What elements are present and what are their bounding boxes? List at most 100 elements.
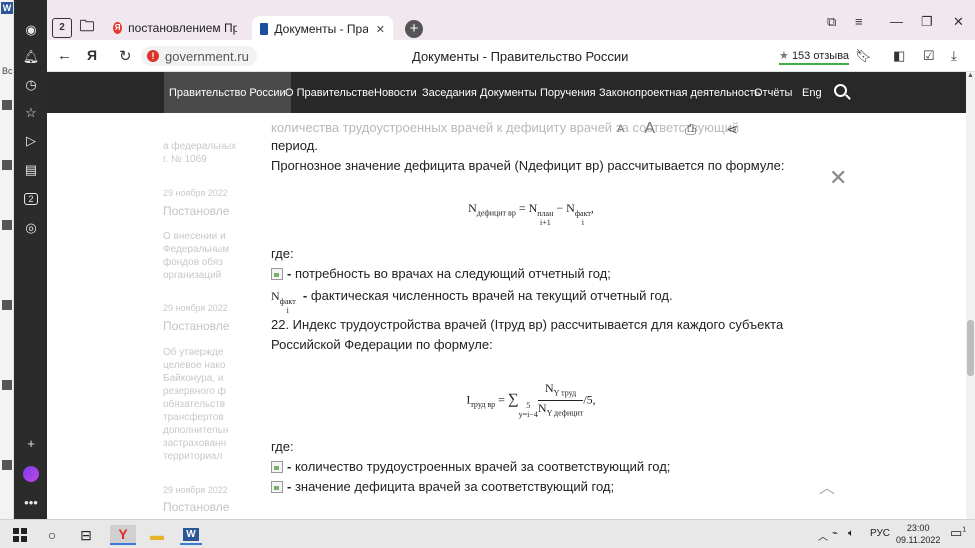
news-sidebar-faded: а федеральных г. № 1069 29 ноября 2022 П… xyxy=(163,113,273,519)
screenshot-icon[interactable]: ◎ xyxy=(21,218,41,238)
back-icon[interactable]: ← xyxy=(57,47,72,64)
faded-text: организаций xyxy=(163,270,222,281)
alice-icon[interactable] xyxy=(21,464,41,484)
protect-icon[interactable]: ☑ xyxy=(923,48,935,64)
close-window-icon[interactable]: ✕ xyxy=(953,14,964,30)
formula-subscript: y=i−4 xyxy=(518,409,538,419)
broken-image-icon xyxy=(271,461,283,473)
tray-chevron-icon[interactable]: ︿ xyxy=(818,528,828,543)
item-text: значение дефицита врачей за соответствую… xyxy=(294,479,615,494)
faded-title[interactable]: Постановле xyxy=(163,320,229,333)
site-security-chip[interactable]: ! government.ru xyxy=(141,46,257,66)
file-explorer-icon[interactable]: ▬ xyxy=(146,525,168,545)
history-icon[interactable]: ◷ xyxy=(21,75,41,95)
document-text: количества трудоустроенных врачей к дефи… xyxy=(271,113,791,497)
minimize-icon[interactable]: — xyxy=(890,14,903,29)
tab-yandex[interactable]: Я постановлением Правите xyxy=(105,16,245,40)
new-folder-icon[interactable]: 🗀︎ xyxy=(77,18,97,38)
nav-legislation[interactable]: Законопроектная деятельность xyxy=(599,72,760,113)
task-view-icon[interactable]: ⊟ xyxy=(76,525,96,545)
faded-date: 29 ноября 2022 xyxy=(163,188,228,198)
nav-reports[interactable]: Отчёты xyxy=(754,72,792,113)
nav-news[interactable]: Новости xyxy=(374,72,417,113)
reader-icon[interactable]: ◧ xyxy=(893,48,905,64)
close-icon[interactable]: ✕ xyxy=(829,165,847,191)
doc-line: где: xyxy=(271,246,294,261)
faded-title[interactable]: Постановле xyxy=(163,501,229,514)
yandex-browser-taskbar-icon[interactable]: Y xyxy=(110,525,136,545)
nav-eng[interactable]: Eng xyxy=(802,72,822,113)
chevron-up-icon[interactable]: ︿ xyxy=(819,474,835,498)
more-icon[interactable]: ••• xyxy=(21,492,41,512)
word-edge-block xyxy=(2,220,12,230)
font-increase-icon[interactable]: A xyxy=(644,120,655,138)
notifications-icon[interactable]: 🔔︎ xyxy=(21,47,41,67)
faded-text: целевое нако xyxy=(163,360,226,371)
share-icon[interactable]: ⋖ xyxy=(726,121,738,138)
nav-government[interactable]: Правительство России xyxy=(164,72,291,113)
nav-orders[interactable]: Поручения xyxy=(540,72,596,113)
doc-list-item: - значение дефицита врачей за соответств… xyxy=(271,477,791,497)
print-icon[interactable]: ⎙ xyxy=(685,121,696,138)
yandex-logo-icon[interactable]: Я xyxy=(87,47,97,63)
pin-window-icon[interactable]: ⧉ xyxy=(827,14,836,30)
tab-group-button[interactable]: 2 xyxy=(52,18,72,38)
faded-title[interactable]: Постановле xyxy=(163,205,229,218)
formula-subscript: Y труд xyxy=(553,388,577,398)
broken-image-icon xyxy=(271,268,283,280)
close-tab-icon[interactable]: ✕ xyxy=(376,23,385,36)
notification-count: 1 xyxy=(962,526,967,534)
doc-paragraph: 22. Индекс трудоустройства врачей (Iтруд… xyxy=(271,317,784,352)
bookmark-icon[interactable]: 🔖︎ xyxy=(855,48,872,64)
search-icon[interactable] xyxy=(834,84,847,97)
faded-text: а федеральных xyxy=(163,141,237,152)
word-edge-block xyxy=(2,380,12,390)
word-taskbar-icon[interactable]: W xyxy=(180,525,202,545)
new-tab-button[interactable]: + xyxy=(405,20,423,38)
collections-icon[interactable]: ▤ xyxy=(21,160,41,180)
profile-icon[interactable]: ◉ xyxy=(21,20,41,40)
volume-icon[interactable]: 🔈︎ xyxy=(848,528,854,539)
formula-subscript: i xyxy=(581,218,584,227)
network-icon[interactable]: ⌁ xyxy=(832,528,838,539)
browser-sidebar: ◉ 🔔︎ ◷ ☆ ▷ ▤ 2 ◎ + ••• xyxy=(14,0,47,519)
font-decrease-icon[interactable]: A xyxy=(617,123,624,135)
formula-subscript: дефицит вр xyxy=(476,208,516,218)
start-icon[interactable] xyxy=(10,525,30,545)
reviews-count: 153 отзыва xyxy=(791,50,850,62)
scrollbar[interactable]: ▲ xyxy=(966,72,975,519)
word-window-edge: W Вс xyxy=(0,0,14,519)
tab-documents[interactable]: Документы - Правителл ✕ xyxy=(252,16,393,42)
nav-about[interactable]: О Правительстве xyxy=(285,72,374,113)
formula-superscript: план xyxy=(537,209,554,218)
word-edge-block xyxy=(2,160,12,170)
dash: - xyxy=(287,266,292,281)
nav-documents[interactable]: Документы xyxy=(480,72,537,113)
tab-menu-icon[interactable]: ≡ xyxy=(855,14,863,29)
tabs-badge[interactable]: 2 xyxy=(21,189,41,209)
page-content: а федеральных г. № 1069 29 ноября 2022 П… xyxy=(47,113,966,519)
reload-icon[interactable]: ↻ xyxy=(119,47,132,65)
formula-symbol: , xyxy=(590,201,594,215)
nav-meetings[interactable]: Заседания xyxy=(422,72,477,113)
search-circle-icon[interactable]: ○ xyxy=(42,525,62,545)
faded-text: Об утвержде xyxy=(163,347,224,358)
notifications-center-icon[interactable]: ▭1 xyxy=(950,525,966,541)
yandex-icon: Я xyxy=(113,22,123,34)
downloads-icon[interactable]: ⤓ xyxy=(951,48,957,64)
language-indicator[interactable]: РУС xyxy=(870,528,890,539)
faded-text: О внесении и xyxy=(163,231,226,242)
word-edge-text: Вс xyxy=(2,66,13,76)
scroll-up-icon[interactable]: ▲ xyxy=(967,72,974,79)
scrollbar-thumb[interactable] xyxy=(967,320,974,376)
doc-list-item: - потребность во врачах на следующий отч… xyxy=(271,264,791,284)
reviews-badge[interactable]: ★ 153 отзыва xyxy=(779,49,850,65)
restore-icon[interactable]: ❐ xyxy=(921,14,933,30)
add-panel-icon[interactable]: + xyxy=(21,433,41,453)
video-icon[interactable]: ▷ xyxy=(21,131,41,151)
bookmarks-icon[interactable]: ☆ xyxy=(21,103,41,123)
clock[interactable]: 23:00 09.11.2022 xyxy=(896,522,940,546)
formula-symbol: ∑ xyxy=(507,391,519,408)
address-page-title[interactable]: Документы - Правительство России xyxy=(412,49,628,64)
formula-symbol: N xyxy=(537,401,547,416)
